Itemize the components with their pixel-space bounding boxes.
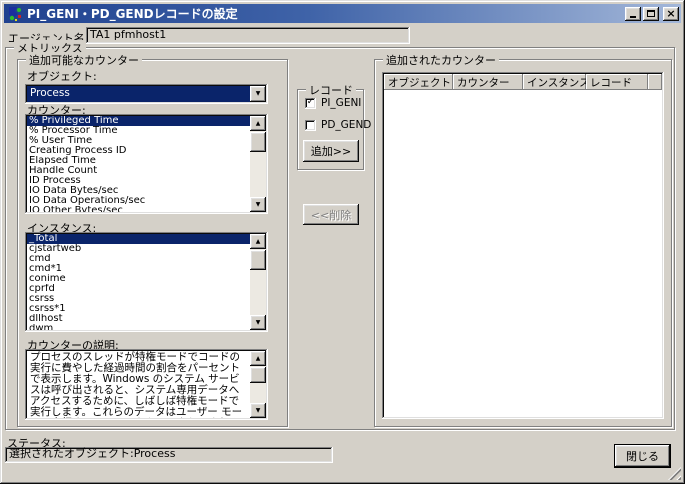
arrow-up-icon: ▲	[255, 119, 261, 127]
scroll-up-button[interactable]: ▲	[250, 351, 266, 366]
available-counters-group-label: 追加可能なカウンター	[26, 52, 142, 68]
scroll-up-button[interactable]: ▲	[250, 116, 266, 131]
counter-scrollbar[interactable]: ▲ ▼	[250, 116, 266, 212]
counter-list-item[interactable]: ID Process	[27, 176, 250, 186]
dropdown-button[interactable]: ▼	[250, 86, 266, 102]
close-dialog-button[interactable]: 閉じる	[614, 444, 671, 468]
arrow-down-icon: ▼	[255, 406, 261, 414]
dialog-window: PI_GENI・PD_GENDレコードの設定 × エージェント名: TA1 pf…	[0, 0, 685, 484]
scroll-down-button[interactable]: ▼	[250, 315, 266, 330]
counter-list-item[interactable]: Handle Count	[27, 166, 250, 176]
instance-list-item[interactable]: cjstartweb	[27, 244, 250, 254]
instance-list-item[interactable]: _Total	[27, 234, 250, 244]
counter-list-item[interactable]: IO Other Bytes/sec	[27, 206, 250, 212]
add-button[interactable]: 追加>>	[303, 140, 359, 162]
object-label: オブジェクト:	[27, 70, 97, 83]
object-selected-value: Process	[27, 86, 250, 102]
instance-list-item[interactable]: dllhost	[27, 314, 250, 324]
scroll-up-button[interactable]: ▲	[250, 234, 266, 249]
instance-list-item[interactable]: csrss*1	[27, 304, 250, 314]
status-field: 選択されたオブジェクト:Process	[5, 447, 333, 463]
counter-list-item[interactable]: IO Data Bytes/sec	[27, 186, 250, 196]
record-checkbox-pi-geni[interactable]: ✓ PI_GENI	[305, 97, 361, 109]
title-bar[interactable]: PI_GENI・PD_GENDレコードの設定 ×	[4, 4, 681, 23]
minimize-icon	[630, 16, 636, 18]
instance-list-item[interactable]: cmd	[27, 254, 250, 264]
counter-list-item[interactable]: % User Time	[27, 136, 250, 146]
chevron-down-icon: ▼	[255, 90, 261, 97]
added-counters-group-label: 追加されたカウンター	[383, 52, 499, 68]
checkbox-label: PI_GENI	[321, 97, 362, 109]
maximize-icon	[647, 10, 655, 17]
description-scrollbar[interactable]: ▲ ▼	[250, 351, 266, 418]
record-checkbox-pd-gend[interactable]: ✓ PD_GEND	[305, 119, 371, 131]
app-icon	[9, 6, 21, 21]
maximize-button[interactable]	[643, 6, 659, 21]
scroll-down-button[interactable]: ▼	[250, 403, 266, 418]
minimize-button[interactable]	[625, 6, 641, 21]
arrow-down-icon: ▼	[255, 318, 261, 326]
counter-listbox[interactable]: % Privileged Time% Processor Time% User …	[25, 114, 268, 214]
added-counters-list[interactable]: オブジェクト カウンター インスタンス レコード	[382, 72, 664, 419]
remove-button[interactable]: <<削除	[303, 204, 359, 225]
scroll-down-button[interactable]: ▼	[250, 197, 266, 212]
record-group-label: レコード	[306, 82, 356, 98]
arrow-up-icon: ▲	[255, 354, 261, 362]
instance-list-item[interactable]: cmd*1	[27, 264, 250, 274]
column-header[interactable]: オブジェクト	[384, 74, 453, 90]
counter-list-item[interactable]: % Processor Time	[27, 126, 250, 136]
counter-description-text: プロセスのスレッドが特権モードでコードの実行に費やした経過時間の割合をパーセント…	[30, 351, 243, 419]
checkbox-icon[interactable]: ✓	[305, 97, 316, 109]
instance-listbox[interactable]: _Total cjstartweb cmd cmd*1 conime cprfd csrss…	[25, 232, 268, 332]
counter-list-item[interactable]: % Privileged Time	[27, 116, 250, 126]
column-header[interactable]: レコード	[586, 74, 648, 90]
added-counters-header: オブジェクト カウンター インスタンス レコード	[384, 74, 662, 90]
scrollbar-thumb[interactable]	[250, 250, 266, 270]
instance-list-item[interactable]: conime	[27, 274, 250, 284]
column-header[interactable]: インスタンス	[523, 74, 586, 90]
scrollbar-thumb[interactable]	[250, 132, 266, 152]
checkbox-icon[interactable]: ✓	[305, 119, 316, 131]
agent-name-field[interactable]: TA1 pfmhost1	[86, 27, 410, 44]
instance-list-item[interactable]: csrss	[27, 294, 250, 304]
instance-list-item[interactable]: cprfd	[27, 284, 250, 294]
window-title: PI_GENI・PD_GENDレコードの設定	[27, 7, 238, 21]
close-icon: ×	[666, 6, 676, 20]
resize-grip[interactable]	[668, 467, 681, 480]
object-select[interactable]: Process ▼	[25, 84, 268, 104]
added-counters-body[interactable]	[384, 90, 662, 417]
counter-list-item[interactable]: Elapsed Time	[27, 156, 250, 166]
instance-scrollbar[interactable]: ▲ ▼	[250, 234, 266, 330]
check-icon: ✓	[306, 97, 315, 107]
close-button[interactable]: ×	[663, 6, 679, 21]
arrow-up-icon: ▲	[255, 237, 261, 245]
scrollbar-thumb[interactable]	[250, 367, 266, 383]
instance-list-item[interactable]: dwm	[27, 324, 250, 330]
counter-list-item[interactable]: IO Data Operations/sec	[27, 196, 250, 206]
arrow-down-icon: ▼	[255, 200, 261, 208]
counter-list-item[interactable]: Creating Process ID	[27, 146, 250, 156]
column-header[interactable]: カウンター	[453, 74, 523, 90]
checkbox-label: PD_GEND	[321, 119, 372, 131]
counter-description-box[interactable]: プロセスのスレッドが特権モードでコードの実行に費やした経過時間の割合をパーセント…	[25, 349, 268, 420]
